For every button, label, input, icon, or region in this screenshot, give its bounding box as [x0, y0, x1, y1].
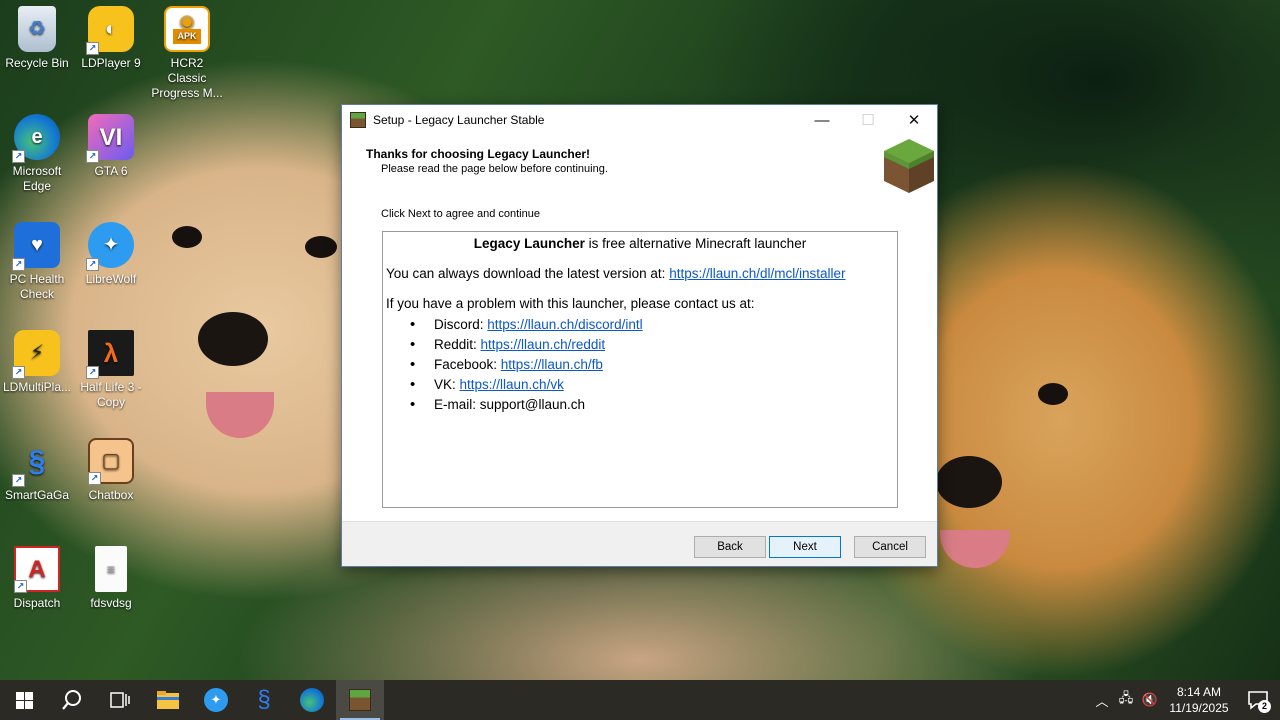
puppy-right-tongue — [940, 530, 1010, 568]
dialog-header: Thanks for choosing Legacy Launcher! Ple… — [342, 135, 937, 197]
download-link[interactable]: https://llaun.ch/dl/mcl/installer — [669, 266, 845, 281]
puppy-left-eye-2 — [305, 236, 337, 258]
pc-health-check-icon: ♥ ↗ — [12, 222, 60, 271]
windows-logo-icon — [15, 691, 33, 709]
taskbar-smartgaga[interactable]: § — [240, 680, 288, 720]
desktop-icon-ldplayer[interactable]: ◐ ↗ LDPlayer 9 — [74, 6, 148, 71]
cancel-button[interactable]: Cancel — [854, 536, 926, 558]
info-text-box: Legacy Launcher is free alternative Mine… — [382, 231, 898, 508]
dispatch-icon: A ↗ — [14, 546, 60, 593]
desktop-icon-smartgaga[interactable]: § ↗ SmartGaGa — [0, 438, 74, 503]
search-button[interactable] — [48, 680, 96, 720]
puppy-left-eye — [172, 226, 202, 248]
apk-file-icon: ◉ APK — [164, 6, 210, 52]
contact-email: E-mail: support@llaun.ch — [408, 396, 894, 417]
ldplayer-icon: ◐ ↗ — [86, 6, 134, 55]
contact-list: Discord: https://llaun.ch/discord/intl R… — [386, 316, 894, 417]
taskbar-librewolf[interactable]: ✦ — [192, 680, 240, 720]
header-title: Thanks for choosing Legacy Launcher! — [366, 147, 591, 161]
maximize-button: ☐ — [861, 112, 875, 129]
brand-name: Legacy Launcher — [473, 236, 585, 251]
clock[interactable]: 8:14 AM 11/19/2025 — [1162, 684, 1236, 716]
contact-facebook: Facebook: https://llaun.ch/fb — [408, 356, 894, 377]
discord-link[interactable]: https://llaun.ch/discord/intl — [487, 317, 642, 332]
desktop-icon-half-life-3[interactable]: λ ↗ Half Life 3 - Copy — [74, 330, 148, 410]
notification-center-button[interactable]: 2 — [1236, 680, 1280, 720]
tagline: is free alternative Minecraft launcher — [584, 236, 807, 251]
contact-vk: VK: https://llaun.ch/vk — [408, 376, 894, 397]
taskbar-edge[interactable] — [288, 680, 336, 720]
librewolf-icon: ✦ — [204, 688, 228, 712]
desktop-icon-ldmultiplayer[interactable]: ⚡ ↗ LDMultiPla... — [0, 330, 74, 395]
next-button[interactable]: Next — [769, 536, 841, 558]
chatbox-icon: ▢ ↗ — [88, 438, 134, 485]
desktop-icon-fdsvdsg[interactable]: ≡ fdsvdsg — [74, 546, 148, 611]
dialog-footer: Back Next Cancel — [342, 521, 937, 566]
folder-icon — [157, 691, 179, 709]
contact-reddit: Reddit: https://llaun.ch/reddit — [408, 336, 894, 357]
desktop-icon-gta6[interactable]: VI ↗ GTA 6 — [74, 114, 148, 179]
desktop-icon-recycle-bin[interactable]: ♻ Recycle Bin — [0, 6, 74, 71]
clock-date: 11/19/2025 — [1169, 701, 1229, 715]
start-button[interactable] — [0, 680, 48, 720]
desktop-icon-chatbox[interactable]: ▢ ↗ Chatbox — [74, 438, 148, 503]
close-button[interactable]: ✕ — [891, 105, 937, 135]
task-view-icon — [110, 692, 130, 708]
search-icon — [62, 690, 81, 710]
gta6-icon: VI ↗ — [86, 114, 134, 163]
minimize-button[interactable]: — — [799, 105, 845, 135]
instruction-text: Click Next to agree and continue — [381, 208, 540, 220]
apk-badge: APK — [173, 29, 201, 44]
back-button[interactable]: Back — [694, 536, 766, 558]
task-view-button[interactable] — [96, 680, 144, 720]
smartgaga-icon: § ↗ — [12, 438, 60, 487]
grass-block-icon — [350, 112, 366, 128]
header-subtitle: Please read the page below before contin… — [381, 163, 608, 175]
taskbar-file-explorer[interactable] — [144, 680, 192, 720]
puppy-right-nose — [936, 456, 1002, 508]
desktop-icon-dispatch[interactable]: A ↗ Dispatch — [0, 546, 74, 611]
volume-muted-icon[interactable]: 🔇 — [1138, 692, 1162, 708]
text-file-icon: ≡ — [95, 546, 127, 592]
download-line: You can always download the latest versi… — [386, 266, 846, 281]
network-icon[interactable]: 🖧 — [1114, 689, 1138, 711]
edge-icon — [300, 688, 324, 712]
setup-dialog: Setup - Legacy Launcher Stable — ☐ ✕ Tha… — [341, 104, 938, 567]
intro-line: Legacy Launcher is free alternative Mine… — [386, 236, 894, 251]
librewolf-icon: ✦ ↗ — [86, 222, 134, 271]
minecraft-grass-block-icon — [884, 139, 934, 193]
reddit-link[interactable]: https://llaun.ch/reddit — [481, 337, 606, 352]
chevron-up-icon[interactable]: ︿ — [1090, 691, 1114, 710]
dialog-title: Setup - Legacy Launcher Stable — [373, 113, 545, 127]
system-tray: ︿ 🖧 🔇 8:14 AM 11/19/2025 2 — [1090, 680, 1280, 720]
desktop-icon-pc-health-check[interactable]: ♥ ↗ PC Health Check — [0, 222, 74, 302]
contact-discord: Discord: https://llaun.ch/discord/intl — [408, 316, 894, 337]
dialog-titlebar[interactable]: Setup - Legacy Launcher Stable — ☐ ✕ — [342, 105, 937, 135]
puppy-left-tongue — [206, 392, 274, 438]
email-address: support@llaun.ch — [479, 397, 586, 412]
puppy-right-eye — [1038, 383, 1068, 405]
taskbar-legacy-launcher-setup[interactable] — [336, 680, 384, 720]
grass-block-icon — [349, 689, 371, 711]
desktop-icon-librewolf[interactable]: ✦ ↗ LibreWolf — [74, 222, 148, 287]
taskbar: ✦ § ︿ 🖧 🔇 8:14 AM 11/19/2025 2 — [0, 680, 1280, 720]
puppy-left-nose — [198, 312, 268, 366]
ldmultiplayer-icon: ⚡ ↗ — [12, 330, 60, 379]
vk-link[interactable]: https://llaun.ch/vk — [460, 377, 564, 392]
smartgaga-icon: § — [257, 686, 271, 713]
clock-time: 8:14 AM — [1176, 685, 1222, 699]
facebook-link[interactable]: https://llaun.ch/fb — [501, 357, 603, 372]
notification-count-badge: 2 — [1258, 700, 1271, 713]
half-life-icon: λ ↗ — [86, 330, 134, 379]
desktop-icon-edge[interactable]: e ↗ Microsoft Edge — [0, 114, 74, 194]
desktop-icon-hcr2[interactable]: ◉ APK HCR2 Classic Progress M... — [150, 6, 224, 101]
recycle-bin-icon: ♻ — [18, 6, 56, 52]
edge-icon: e ↗ — [12, 114, 60, 163]
contact-intro: If you have a problem with this launcher… — [386, 296, 755, 311]
